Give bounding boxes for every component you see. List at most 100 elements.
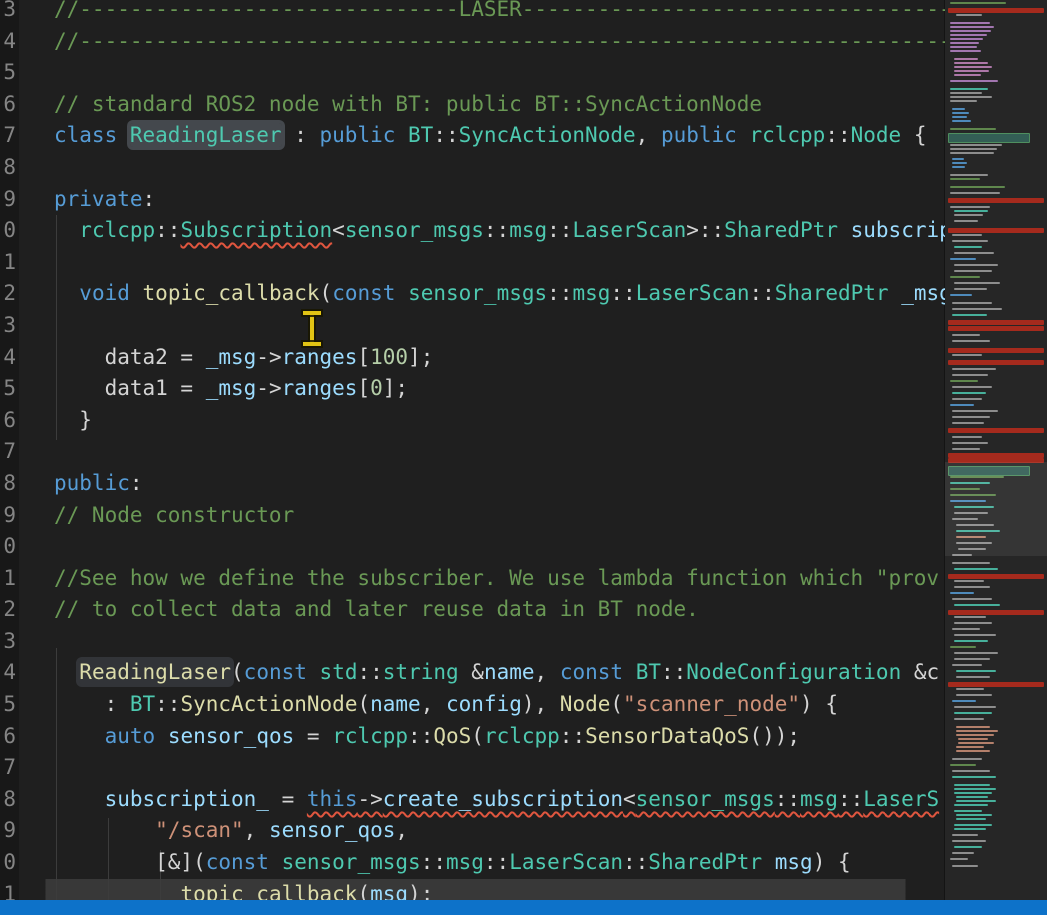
line-text: void topic_callback(const sensor_msgs::m… xyxy=(54,278,945,310)
code-line[interactable]: 3 xyxy=(0,310,945,342)
code-line[interactable]: 5 data1 = _msg->ranges[0]; xyxy=(0,373,945,405)
minimap-line xyxy=(950,276,980,278)
code-line[interactable]: 0 [&](const sensor_msgs::msg::LaserScan:… xyxy=(0,847,945,879)
minimap-line xyxy=(950,46,977,48)
code-line[interactable]: 7class ReadingLaser : public BT::SyncAct… xyxy=(0,120,945,152)
minimap-line xyxy=(952,354,982,356)
code-line[interactable]: 0 xyxy=(0,531,945,563)
line-number[interactable]: 1 xyxy=(0,879,16,900)
code-line[interactable]: 2 void topic_callback(const sensor_msgs:… xyxy=(0,278,945,310)
line-number[interactable]: 8 xyxy=(0,152,16,184)
minimap-line xyxy=(952,108,965,110)
code-line[interactable]: 9private: xyxy=(0,184,945,216)
code-line[interactable]: 6// standard ROS2 node with BT: public B… xyxy=(0,89,945,121)
line-number[interactable]: 3 xyxy=(0,626,16,658)
line-number[interactable]: 7 xyxy=(0,752,16,784)
code-line[interactable]: 4 data2 = _msg->ranges[100]; xyxy=(0,342,945,374)
line-number[interactable]: 1 xyxy=(0,563,16,595)
line-number[interactable]: 6 xyxy=(0,405,16,437)
minimap-line xyxy=(950,380,978,382)
line-number[interactable]: 5 xyxy=(0,57,16,89)
minimap[interactable] xyxy=(944,0,1047,900)
minimap-line xyxy=(950,174,988,176)
code-line[interactable]: 7 xyxy=(0,752,945,784)
minimap-line xyxy=(954,824,992,826)
minimap-line xyxy=(954,804,988,806)
code-line[interactable]: 5 xyxy=(0,57,945,89)
code-line[interactable]: 9// Node constructor xyxy=(0,500,945,532)
line-number[interactable]: 8 xyxy=(0,784,16,816)
line-number[interactable]: 4 xyxy=(0,657,16,689)
line-number[interactable]: 6 xyxy=(0,721,16,753)
minimap-line xyxy=(952,162,967,164)
line-number[interactable]: 0 xyxy=(0,215,16,247)
minimap-line xyxy=(950,30,991,32)
line-number[interactable]: 4 xyxy=(0,342,16,374)
minimap-line xyxy=(952,398,982,400)
minimap-line xyxy=(952,308,1002,310)
minimap-line xyxy=(952,442,988,444)
line-number[interactable]: 9 xyxy=(0,815,16,847)
code-line[interactable]: 9 "/scan", sensor_qos, xyxy=(0,815,945,847)
minimap-line xyxy=(952,166,965,168)
minimap-line xyxy=(952,416,990,418)
line-number[interactable]: 3 xyxy=(0,310,16,342)
minimap-line xyxy=(956,688,984,690)
line-number[interactable]: 8 xyxy=(0,468,16,500)
code-line[interactable]: 1 topic_callback(msg); xyxy=(0,879,945,900)
code-line[interactable]: 8 xyxy=(0,152,945,184)
minimap-line xyxy=(952,840,986,842)
minimap-line xyxy=(954,788,996,790)
line-number[interactable]: 3 xyxy=(0,0,16,26)
minimap-line xyxy=(954,264,998,266)
line-number[interactable]: 9 xyxy=(0,500,16,532)
minimap-line xyxy=(952,770,990,772)
minimap-line xyxy=(954,58,978,60)
line-text: public: xyxy=(54,468,143,500)
line-number[interactable]: 5 xyxy=(0,689,16,721)
line-number[interactable]: 9 xyxy=(0,184,16,216)
code-line[interactable]: 0 rclcpp::Subscription<sensor_msgs::msg:… xyxy=(0,215,945,247)
code-line[interactable]: 8 subscription_ = this->create_subscript… xyxy=(0,784,945,816)
line-number[interactable]: 0 xyxy=(0,847,16,879)
minimap-line xyxy=(954,622,992,624)
line-number[interactable]: 7 xyxy=(0,436,16,468)
code-line[interactable]: 7 xyxy=(0,436,945,468)
code-line[interactable]: 3//------------------------------LASER--… xyxy=(0,0,945,26)
line-text: subscription_ = this->create_subscriptio… xyxy=(54,784,939,816)
line-number[interactable]: 4 xyxy=(0,26,16,58)
code-line[interactable]: 5 : BT::SyncActionNode(name, config), No… xyxy=(0,689,945,721)
minimap-line xyxy=(954,706,996,708)
minimap-line xyxy=(954,828,986,830)
line-number[interactable]: 0 xyxy=(0,531,16,563)
minimap-line xyxy=(950,152,994,154)
line-number[interactable]: 1 xyxy=(0,247,16,279)
code-line[interactable]: 3 xyxy=(0,626,945,658)
code-line[interactable]: 1 xyxy=(0,247,945,279)
line-number[interactable]: 5 xyxy=(0,373,16,405)
code-line[interactable]: 4 ReadingLaser(const std::string &name, … xyxy=(0,657,945,689)
code-line[interactable]: 1//See how we define the subscriber. We … xyxy=(0,563,945,595)
line-number[interactable]: 6 xyxy=(0,89,16,121)
line-number[interactable]: 2 xyxy=(0,278,16,310)
vscode-editor-window: { "app": { "name": "code-editor", "theme… xyxy=(0,0,1047,915)
minimap-line xyxy=(950,96,992,98)
minimap-line xyxy=(950,50,981,52)
code-line[interactable]: 4//-------------------------------------… xyxy=(0,26,945,58)
code-line[interactable]: 6 } xyxy=(0,405,945,437)
minimap-line xyxy=(956,818,986,820)
code-line[interactable]: 2// to collect data and later reuse data… xyxy=(0,594,945,626)
code-line[interactable]: 8 public: xyxy=(0,468,945,500)
minimap-slider[interactable] xyxy=(945,462,1047,556)
code-editor-pane[interactable]: 3//------------------------------LASER--… xyxy=(0,0,945,900)
code-line[interactable]: 6 auto sensor_qos = rclcpp::QoS(rclcpp::… xyxy=(0,721,945,753)
minimap-line xyxy=(954,652,998,654)
line-number[interactable]: 2 xyxy=(0,594,16,626)
minimap-line xyxy=(956,800,996,802)
minimap-line xyxy=(956,750,990,752)
line-number[interactable]: 7 xyxy=(0,120,16,152)
line-text: } xyxy=(54,405,92,437)
minimap-line xyxy=(956,14,982,16)
minimap-line xyxy=(950,42,979,44)
minimap-line xyxy=(950,38,983,40)
